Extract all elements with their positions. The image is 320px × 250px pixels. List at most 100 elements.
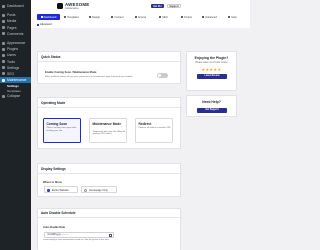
tab-label: Help — [231, 15, 237, 19]
quick-status-card: Quick Status Enable Coming Soon / Mainte… — [37, 51, 182, 84]
need-help-title: Need Help? — [202, 100, 221, 104]
mode-option-desc: Temporarily take your site offline for u… — [92, 130, 126, 136]
tab-content[interactable]: Content — [106, 14, 129, 20]
settings-icon — [2, 66, 5, 70]
access-tab-icon — [134, 16, 137, 18]
plugins-icon — [2, 47, 5, 51]
sidebar-item-label: Posts — [7, 13, 16, 18]
display-settings-card: Display Settings Where to Show Entire We… — [37, 163, 182, 197]
radio-entire-website[interactable] — [47, 188, 51, 192]
radio-homepage-only[interactable] — [84, 188, 88, 192]
collapse-icon — [2, 94, 5, 98]
wp-admin-sidebar: Dashboard Posts Media Pages Comments App… — [0, 0, 31, 250]
sidebar-item-label: Appearance — [7, 41, 26, 46]
logo-subtitle: maintenance — [65, 6, 79, 10]
tab-label: Content — [114, 15, 124, 19]
operating-mode-card: Operating Mode Coming Soon Show a coming… — [37, 97, 182, 149]
plugin-logo: AWESOME maintenance — [57, 2, 89, 10]
sidebar-item-label: Comments — [7, 31, 24, 36]
review-text: Please leave us a 5-star review — [195, 62, 228, 64]
mode-option-redirect[interactable]: Redirect Redirect all visitors to anothe… — [135, 118, 173, 143]
leave-review-button[interactable]: Leave Review — [197, 74, 227, 79]
maintenance-toggle-desc: When enabled, visitors will see your com… — [45, 75, 133, 78]
tab-label: Advanced — [205, 15, 217, 19]
tab-dashboard[interactable]: Dashboard — [37, 14, 60, 20]
tab-bar: Dashboard Templates Design Content Acces… — [37, 14, 244, 20]
tab-access[interactable]: Access — [129, 14, 152, 20]
review-title: Enjoying the Plugin? — [194, 56, 229, 60]
display-settings-title: Display Settings — [41, 167, 66, 171]
dashboard-icon — [2, 4, 5, 8]
review-card: Enjoying the Plugin? Please leave us a 5… — [186, 51, 237, 91]
advanced-subtab-icon — [37, 23, 39, 26]
operating-mode-title: Operating Mode — [41, 101, 66, 105]
sidebar-item-label: Plugins — [7, 47, 19, 52]
star-rating-icon: ★★★★★ — [201, 67, 222, 72]
media-icon — [2, 19, 5, 23]
comments-icon — [2, 32, 5, 36]
quick-status-title: Quick Status — [41, 55, 61, 59]
advanced-tab-icon — [202, 16, 205, 18]
sidebar-item-label: Collapse — [7, 94, 21, 99]
content-tab-icon — [111, 16, 114, 18]
get-support-button[interactable]: Get Support — [197, 108, 227, 113]
sidebar-item-label: SEO — [7, 71, 15, 76]
mode-option-title: Redirect — [138, 122, 152, 126]
tab-label: Access — [137, 15, 147, 19]
mode-option-maintenance[interactable]: Maintenance Mode Temporarily take your s… — [89, 118, 127, 143]
auto-disable-date-input[interactable]: mm/dd/yyyy --:-- -- — [44, 232, 114, 238]
show-homepage-only-option[interactable]: Homepage Only — [81, 186, 117, 193]
users-icon — [2, 53, 5, 57]
sidebar-item-label: Media — [7, 19, 17, 24]
mode-option-title: Maintenance Mode — [92, 122, 122, 126]
auto-disable-help: Leave empty to keep maintenance mode on.… — [43, 239, 110, 241]
auto-disable-title: Auto Disable Schedule — [41, 211, 76, 215]
logo-mark-icon — [57, 2, 63, 9]
tools-icon — [2, 60, 5, 64]
sidebar-collapse[interactable]: Collapse — [0, 93, 31, 99]
need-help-card: Need Help? Get Support — [186, 95, 237, 117]
tab-label: Dashboard — [43, 15, 57, 19]
subtab-advanced[interactable]: Advanced — [37, 23, 52, 26]
radio-label: Entire Website — [52, 188, 69, 192]
sidebar-item-label: Pages — [7, 25, 17, 30]
mode-option-coming-soon[interactable]: Coming Soon Show a coming soon page whil… — [43, 118, 81, 143]
tab-label: SEO — [162, 15, 168, 19]
tab-scripts[interactable]: Scripts — [175, 14, 198, 20]
date-input-value: mm/dd/yyyy --:-- -- — [47, 233, 69, 237]
support-button[interactable]: Support — [167, 4, 181, 8]
mode-option-desc: Redirect all visitors to another URL. — [138, 127, 172, 129]
tab-label: Scripts — [184, 15, 192, 19]
tab-advanced[interactable]: Advanced — [198, 14, 221, 20]
tab-design[interactable]: Design — [83, 14, 106, 20]
auto-disable-date-label: Auto-disable Date — [43, 226, 66, 229]
tab-help[interactable]: Help — [221, 14, 244, 20]
posts-icon — [2, 13, 5, 17]
seo-icon — [2, 72, 5, 76]
tab-seo[interactable]: SEO — [152, 14, 175, 20]
sidebar-item-label: Tools — [7, 59, 15, 64]
sidebar-item-label: Dashboard — [7, 4, 24, 9]
appearance-icon — [2, 41, 5, 45]
pages-icon — [2, 26, 5, 30]
radio-label: Homepage Only — [89, 188, 108, 192]
where-to-show-label: Where to Show — [43, 181, 62, 184]
get-pro-button[interactable]: Get Pro — [151, 4, 164, 8]
show-entire-website-option[interactable]: Entire Website — [44, 186, 78, 193]
scripts-tab-icon — [181, 16, 184, 18]
sidebar-item-label: Maintenance — [7, 78, 27, 83]
design-tab-icon — [88, 16, 91, 18]
help-tab-icon — [228, 16, 231, 18]
subtab-label: Advanced — [40, 23, 52, 26]
tab-templates[interactable]: Templates — [60, 14, 83, 20]
sidebar-item-label: Users — [7, 53, 16, 58]
maintenance-icon — [2, 78, 5, 82]
tab-label: Templates — [67, 15, 79, 19]
maintenance-toggle-label: Enable Coming Soon / Maintenance Mode — [45, 71, 97, 74]
calendar-icon[interactable] — [108, 234, 112, 237]
auto-disable-card: Auto Disable Schedule Auto-disable Date … — [37, 208, 182, 250]
seo-tab-icon — [159, 16, 162, 18]
templates-tab-icon — [64, 16, 67, 18]
maintenance-mode-toggle[interactable] — [157, 73, 168, 78]
plugin-header: AWESOME maintenance Get Pro Support Dash… — [31, 0, 250, 28]
